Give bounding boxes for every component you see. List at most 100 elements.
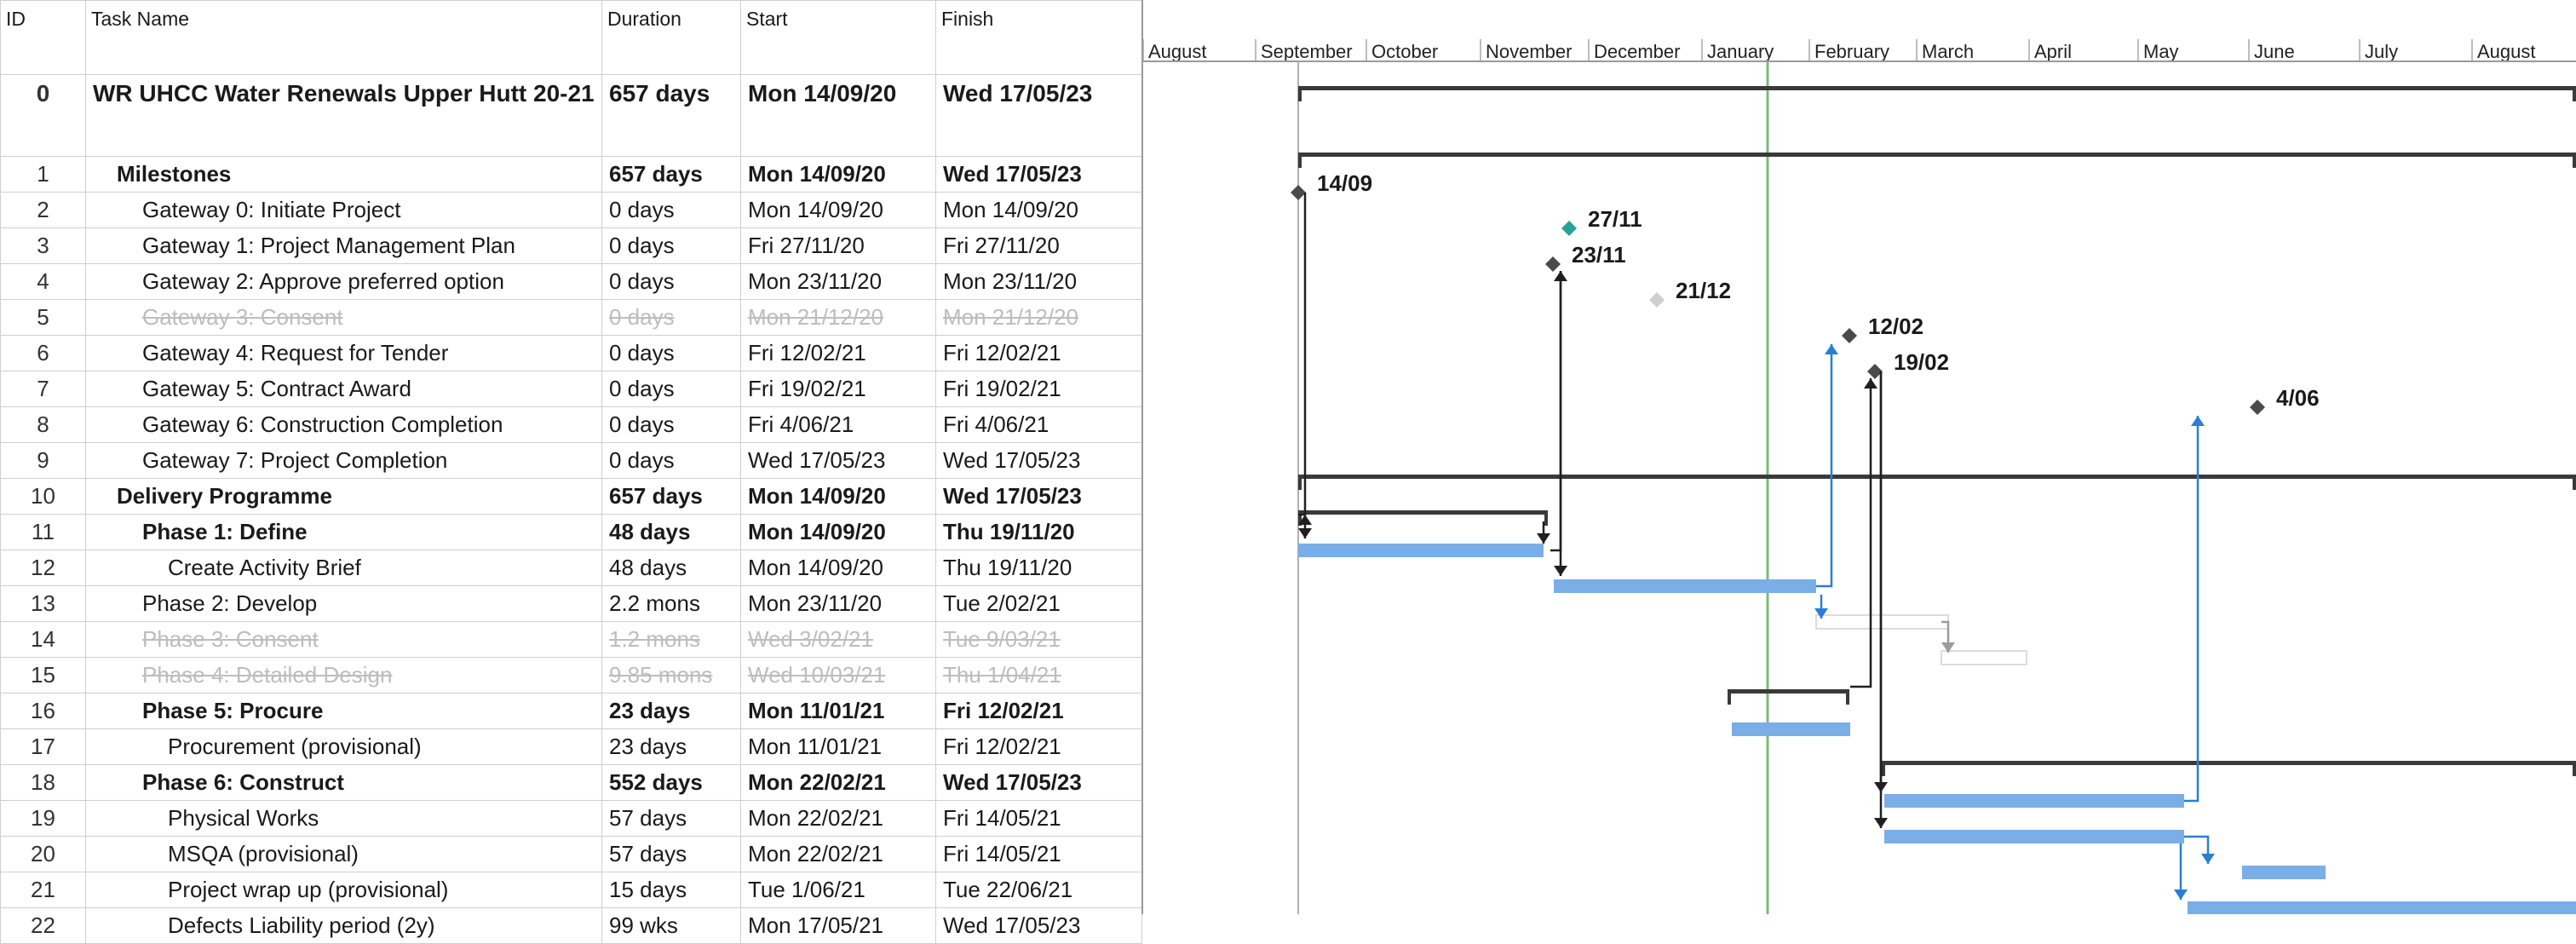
- column-header-finish[interactable]: Finish: [935, 0, 1142, 75]
- task-duration-cell[interactable]: 23 days: [601, 728, 741, 765]
- task-duration-cell[interactable]: 99 wks: [601, 907, 741, 944]
- task-duration-cell[interactable]: 0 days: [601, 299, 741, 336]
- task-id-cell[interactable]: 7: [0, 371, 86, 407]
- task-finish-cell[interactable]: Fri 12/02/21: [935, 728, 1142, 765]
- task-id-cell[interactable]: 0: [0, 74, 86, 157]
- task-start-cell[interactable]: Fri 12/02/21: [740, 335, 936, 371]
- task-duration-cell[interactable]: 48 days: [601, 550, 741, 586]
- task-finish-cell[interactable]: Tue 2/02/21: [935, 585, 1142, 622]
- task-start-cell[interactable]: Mon 22/02/21: [740, 800, 936, 837]
- task-finish-cell[interactable]: Mon 21/12/20: [935, 299, 1142, 336]
- task-finish-cell[interactable]: Thu 19/11/20: [935, 514, 1142, 550]
- task-row[interactable]: 2 Gateway 0: Initiate Project 0 days Mon 14…: [0, 192, 1142, 228]
- task-duration-cell[interactable]: 2.2 mons: [601, 585, 741, 622]
- column-header-start[interactable]: Start: [740, 0, 936, 75]
- task-start-cell[interactable]: Mon 17/05/21: [740, 907, 936, 944]
- task-duration-cell[interactable]: 552 days: [601, 764, 741, 801]
- task-row[interactable]: 3 Gateway 1: Project Management Plan 0 day…: [0, 227, 1142, 264]
- task-id-cell[interactable]: 5: [0, 299, 86, 336]
- task-id-cell[interactable]: 17: [0, 728, 86, 765]
- task-id-cell[interactable]: 10: [0, 478, 86, 515]
- task-name-cell[interactable]: Delivery Programme: [85, 478, 602, 515]
- task-name-cell[interactable]: Defects Liability period (2y): [85, 907, 602, 944]
- task-row[interactable]: 17 Procurement (provisional) 23 days Mon 11…: [0, 728, 1142, 765]
- task-id-cell[interactable]: 16: [0, 693, 86, 729]
- task-name-cell[interactable]: Gateway 0: Initiate Project: [85, 192, 602, 228]
- task-row[interactable]: 11 Phase 1: Define 48 days Mon 14/09/20 Thu …: [0, 514, 1142, 550]
- task-duration-cell[interactable]: 23 days: [601, 693, 741, 729]
- task-name-cell[interactable]: Gateway 1: Project Management Plan: [85, 227, 602, 264]
- task-duration-cell[interactable]: 657 days: [601, 74, 741, 157]
- task-row[interactable]: 18 Phase 6: Construct 552 days Mon 22/02/21…: [0, 764, 1142, 801]
- task-row[interactable]: 19 Physical Works 57 days Mon 22/02/21 Fri 1…: [0, 800, 1142, 837]
- task-id-cell[interactable]: 12: [0, 550, 86, 586]
- task-row[interactable]: 8 Gateway 6: Construction Completion 0 day…: [0, 406, 1142, 443]
- task-name-cell[interactable]: Gateway 5: Contract Award: [85, 371, 602, 407]
- column-header-duration[interactable]: Duration: [601, 0, 741, 75]
- task-name-cell[interactable]: Gateway 4: Request for Tender: [85, 335, 602, 371]
- task-id-cell[interactable]: 1: [0, 156, 86, 193]
- task-start-cell[interactable]: Mon 11/01/21: [740, 728, 936, 765]
- task-start-cell[interactable]: Mon 23/11/20: [740, 585, 936, 622]
- task-finish-cell[interactable]: Fri 4/06/21: [935, 406, 1142, 443]
- task-id-cell[interactable]: 15: [0, 657, 86, 694]
- task-finish-cell[interactable]: Wed 17/05/23: [935, 907, 1142, 944]
- task-finish-cell[interactable]: Fri 12/02/21: [935, 693, 1142, 729]
- task-duration-cell[interactable]: 0 days: [601, 442, 741, 479]
- task-name-cell[interactable]: Gateway 6: Construction Completion: [85, 406, 602, 443]
- task-duration-cell[interactable]: 9.85 mons: [601, 657, 741, 694]
- task-row[interactable]: 7 Gateway 5: Contract Award 0 days Fri 19/0…: [0, 371, 1142, 407]
- task-start-cell[interactable]: Mon 14/09/20: [740, 156, 936, 193]
- task-name-cell[interactable]: Gateway 3: Consent: [85, 299, 602, 336]
- task-start-cell[interactable]: Fri 4/06/21: [740, 406, 936, 443]
- task-duration-cell[interactable]: 15 days: [601, 872, 741, 908]
- task-duration-cell[interactable]: 657 days: [601, 478, 741, 515]
- task-finish-cell[interactable]: Wed 17/05/23: [935, 442, 1142, 479]
- task-name-cell[interactable]: Physical Works: [85, 800, 602, 837]
- task-duration-cell[interactable]: 657 days: [601, 156, 741, 193]
- task-name-cell[interactable]: MSQA (provisional): [85, 836, 602, 872]
- task-start-cell[interactable]: Mon 14/09/20: [740, 478, 936, 515]
- task-start-cell[interactable]: Mon 14/09/20: [740, 74, 936, 157]
- task-row[interactable]: 1 Milestones 657 days Mon 14/09/20 Wed 17/05…: [0, 156, 1142, 193]
- task-row[interactable]: 16 Phase 5: Procure 23 days Mon 11/01/21 Fri…: [0, 693, 1142, 729]
- task-duration-cell[interactable]: 0 days: [601, 406, 741, 443]
- task-finish-cell[interactable]: Wed 17/05/23: [935, 478, 1142, 515]
- task-start-cell[interactable]: Wed 10/03/21: [740, 657, 936, 694]
- task-duration-cell[interactable]: 0 days: [601, 371, 741, 407]
- task-start-cell[interactable]: Wed 3/02/21: [740, 621, 936, 658]
- task-name-cell[interactable]: Phase 1: Define: [85, 514, 602, 550]
- task-start-cell[interactable]: Mon 21/12/20: [740, 299, 936, 336]
- task-id-cell[interactable]: 19: [0, 800, 86, 837]
- task-name-cell[interactable]: Phase 5: Procure: [85, 693, 602, 729]
- task-name-cell[interactable]: Phase 3: Consent: [85, 621, 602, 658]
- task-row[interactable]: 15 Phase 4: Detailed Design 9.85 mons Wed 1…: [0, 657, 1142, 694]
- task-name-cell[interactable]: Phase 4: Detailed Design: [85, 657, 602, 694]
- task-finish-cell[interactable]: Fri 14/05/21: [935, 800, 1142, 837]
- task-name-cell[interactable]: Create Activity Brief: [85, 550, 602, 586]
- task-id-cell[interactable]: 3: [0, 227, 86, 264]
- task-id-cell[interactable]: 22: [0, 907, 86, 944]
- task-start-cell[interactable]: Mon 22/02/21: [740, 764, 936, 801]
- task-name-cell[interactable]: Milestones: [85, 156, 602, 193]
- task-finish-cell[interactable]: Fri 27/11/20: [935, 227, 1142, 264]
- task-start-cell[interactable]: Fri 27/11/20: [740, 227, 936, 264]
- task-row[interactable]: 0 WR UHCC Water Renewals Upper Hutt 20-21…: [0, 74, 1142, 157]
- task-duration-cell[interactable]: 57 days: [601, 800, 741, 837]
- task-id-cell[interactable]: 11: [0, 514, 86, 550]
- task-duration-cell[interactable]: 0 days: [601, 335, 741, 371]
- task-id-cell[interactable]: 4: [0, 263, 86, 300]
- task-row[interactable]: 6 Gateway 4: Request for Tender 0 days Fri …: [0, 335, 1142, 371]
- task-id-cell[interactable]: 8: [0, 406, 86, 443]
- task-start-cell[interactable]: Tue 1/06/21: [740, 872, 936, 908]
- task-row[interactable]: 5 Gateway 3: Consent 0 days Mon 21/12/20 Mon…: [0, 299, 1142, 336]
- task-start-cell[interactable]: Mon 22/02/21: [740, 836, 936, 872]
- task-finish-cell[interactable]: Wed 17/05/23: [935, 764, 1142, 801]
- task-finish-cell[interactable]: Tue 9/03/21: [935, 621, 1142, 658]
- task-name-cell[interactable]: Phase 2: Develop: [85, 585, 602, 622]
- column-header-id[interactable]: ID: [0, 0, 86, 75]
- task-start-cell[interactable]: Mon 11/01/21: [740, 693, 936, 729]
- task-start-cell[interactable]: Mon 23/11/20: [740, 263, 936, 300]
- task-finish-cell[interactable]: Mon 23/11/20: [935, 263, 1142, 300]
- task-finish-cell[interactable]: Tue 22/06/21: [935, 872, 1142, 908]
